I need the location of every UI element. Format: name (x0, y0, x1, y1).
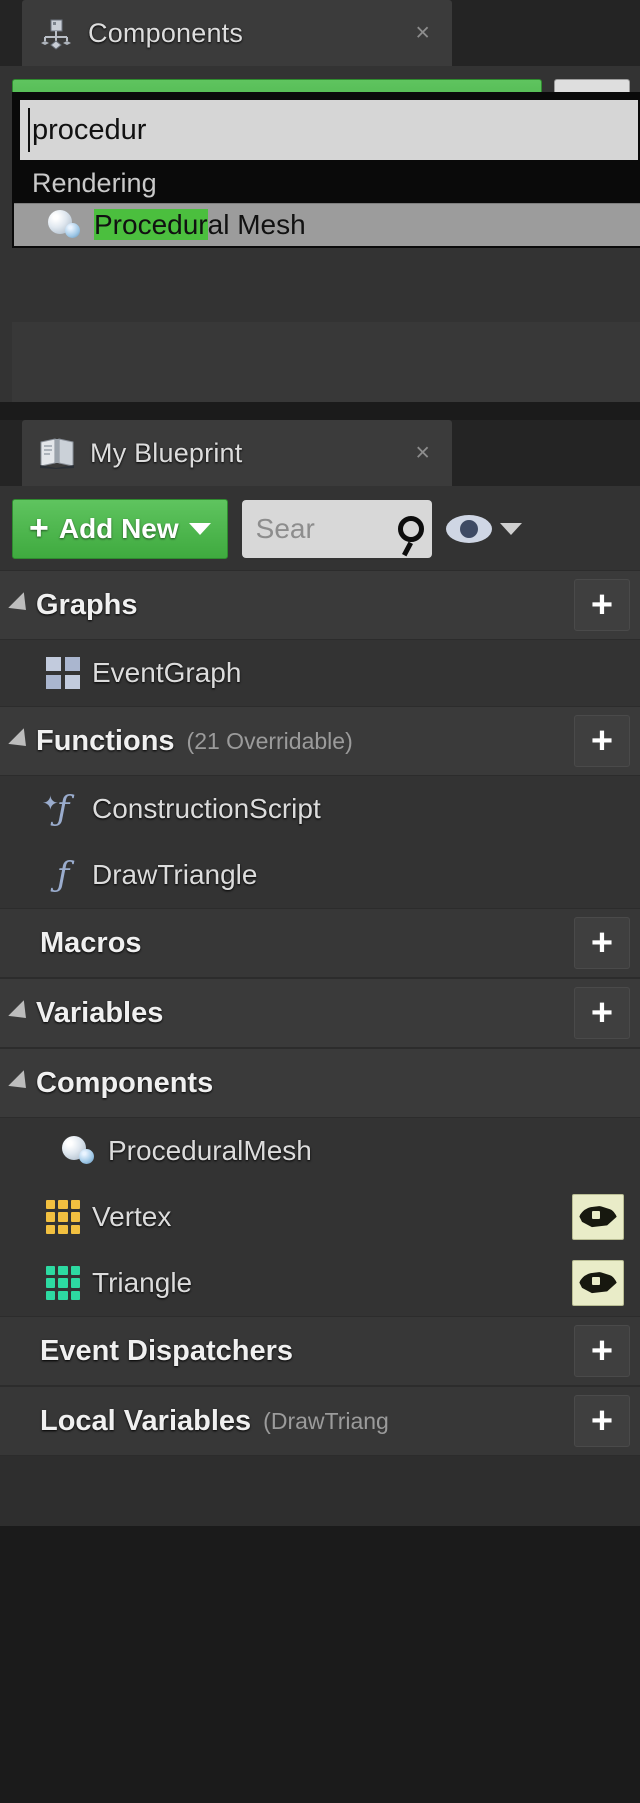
list-item-eventgraph[interactable]: EventGraph (0, 640, 640, 706)
component-search-input[interactable]: procedur (20, 100, 638, 160)
list-item-label: ConstructionScript (92, 793, 321, 824)
eye-icon[interactable] (572, 1194, 624, 1240)
list-item-vertex[interactable]: Vertex (0, 1184, 640, 1250)
search-match-highlight: Procedur (94, 209, 208, 240)
add-event-dispatcher-button[interactable]: + (574, 1325, 630, 1377)
tab-my-blueprint-label: My Blueprint (90, 437, 243, 468)
section-subtitle: (21 Overridable) (186, 727, 353, 754)
panel-divider (0, 402, 640, 420)
procedural-mesh-icon (48, 210, 82, 240)
component-search-value: procedur (32, 113, 147, 146)
dropdown-item-procedural-mesh[interactable]: Procedural Mesh (14, 203, 640, 246)
add-variable-button[interactable]: + (574, 987, 630, 1039)
eye-icon[interactable] (572, 1260, 624, 1306)
search-icon (397, 516, 424, 542)
search-match-rest: al Mesh (207, 209, 306, 240)
tab-components[interactable]: Components × (22, 0, 452, 66)
add-macro-button[interactable]: + (574, 917, 630, 969)
tab-components-label: Components (88, 17, 244, 48)
section-header-macros[interactable]: Macros + (0, 908, 640, 978)
event-graph-icon (46, 657, 80, 689)
add-new-button[interactable]: + Add New (12, 499, 228, 559)
section-title: Graphs (36, 588, 138, 621)
eye-icon[interactable] (445, 515, 492, 543)
section-header-components[interactable]: Components (0, 1048, 640, 1118)
section-title: Macros (40, 926, 142, 959)
section-header-functions[interactable]: Functions (21 Overridable) + (0, 706, 640, 776)
list-item-proceduralmesh[interactable]: ProceduralMesh (0, 1118, 640, 1184)
list-item-label: EventGraph (92, 657, 242, 688)
array-variable-icon (46, 1200, 80, 1234)
list-item-label: ProceduralMesh (108, 1135, 312, 1166)
search-placeholder: Sear (255, 513, 315, 544)
components-tree-empty-area (12, 322, 640, 402)
add-component-dropdown: procedur Rendering Procedural Mesh (12, 92, 640, 248)
chevron-down-icon[interactable] (499, 523, 522, 535)
blueprint-book-icon (40, 438, 74, 469)
list-item-label: Triangle (92, 1267, 193, 1298)
visibility-control[interactable] (445, 515, 522, 543)
section-title: Local Variables (40, 1404, 252, 1437)
section-title: Components (36, 1066, 214, 1099)
close-icon[interactable]: × (415, 440, 430, 466)
dropdown-category-rendering: Rendering (14, 164, 640, 203)
my-blueprint-panel: My Blueprint × + Add New Sear Graphs + E… (0, 420, 640, 1526)
add-function-button[interactable]: + (574, 715, 630, 767)
array-variable-icon (46, 1266, 80, 1300)
construction-script-icon: ✦ ƒ (42, 789, 70, 829)
components-icon (41, 19, 71, 50)
list-item-triangle[interactable]: Triangle (0, 1250, 640, 1316)
add-local-variable-button[interactable]: + (574, 1395, 630, 1447)
myblueprint-toolbar: + Add New Sear (0, 486, 640, 570)
section-header-event-dispatchers[interactable]: Event Dispatchers + (0, 1316, 640, 1386)
disclosure-triangle-icon[interactable] (8, 728, 34, 754)
components-tabbar: Components × (0, 0, 640, 66)
close-icon[interactable]: × (415, 20, 430, 46)
chevron-down-icon (188, 523, 211, 535)
list-item-drawtriangle[interactable]: ƒ DrawTriangle (0, 842, 640, 908)
tab-my-blueprint[interactable]: My Blueprint × (22, 420, 452, 486)
list-item-label: Vertex (92, 1201, 172, 1232)
plus-icon: + (29, 509, 49, 548)
section-header-variables[interactable]: Variables + (0, 978, 640, 1048)
myblueprint-empty-area (0, 1456, 640, 1526)
myblueprint-search-input[interactable]: Sear (241, 500, 432, 558)
section-header-graphs[interactable]: Graphs + (0, 570, 640, 640)
section-title: Functions (36, 724, 175, 757)
list-item-constructionscript[interactable]: ✦ ƒ ConstructionScript (0, 776, 640, 842)
procedural-mesh-icon (62, 1136, 96, 1166)
text-caret (28, 108, 30, 152)
section-subtitle: (DrawTriang (263, 1407, 389, 1434)
dropdown-item-label: Procedural Mesh (94, 209, 306, 241)
components-panel: Components × + Add Component procedur Re… (0, 0, 640, 402)
function-icon: ƒ (56, 855, 70, 895)
add-new-label: Add New (58, 513, 179, 544)
disclosure-triangle-icon[interactable] (8, 1000, 34, 1026)
myblueprint-tabbar: My Blueprint × (0, 420, 640, 486)
disclosure-triangle-icon[interactable] (8, 592, 34, 618)
add-graph-button[interactable]: + (574, 579, 630, 631)
disclosure-triangle-icon[interactable] (8, 1070, 34, 1096)
section-header-local-variables[interactable]: Local Variables (DrawTriang + (0, 1386, 640, 1456)
section-title: Variables (36, 996, 164, 1029)
list-item-label: DrawTriangle (92, 859, 258, 890)
section-title: Event Dispatchers (40, 1334, 294, 1367)
